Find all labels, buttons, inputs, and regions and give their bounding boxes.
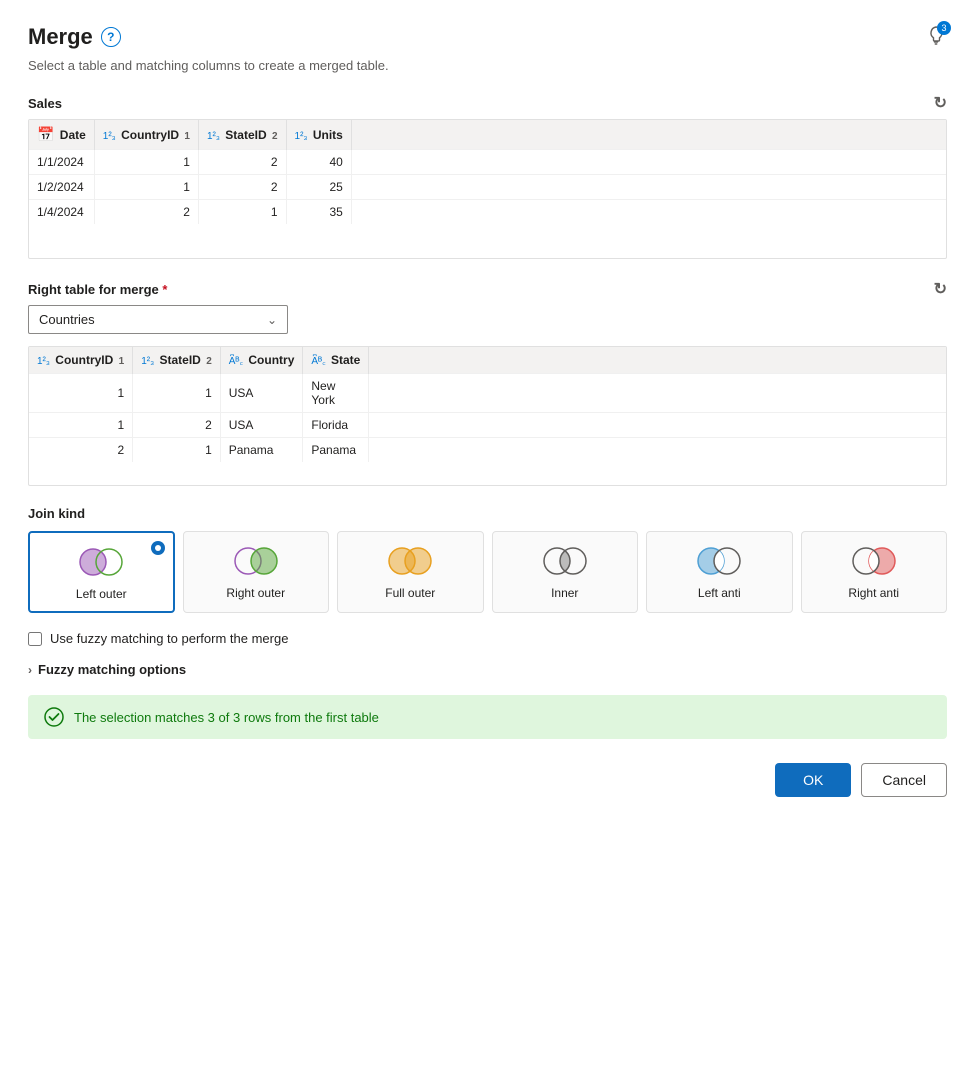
cancel-button[interactable]: Cancel xyxy=(861,763,947,797)
table-row: 1 2 USA Florida xyxy=(29,413,946,438)
fuzzy-checkbox-row: Use fuzzy matching to perform the merge xyxy=(28,631,947,646)
sales-table: 📅 Date 1²₃ CountryID 1 1²₃ StateID 2 1²₃… xyxy=(29,120,946,224)
countries-table: 1²₃ CountryID 1 1²₃ StateID 2 A͆ᴮ꜀ Count… xyxy=(29,347,946,462)
countries-col-countryid[interactable]: 1²₃ CountryID 1 xyxy=(29,347,133,374)
join-right-outer-label: Right outer xyxy=(226,586,285,600)
countries-table-wrapper: 1²₃ CountryID 1 1²₃ StateID 2 A͆ᴮ꜀ Count… xyxy=(28,346,947,486)
countries-col-country[interactable]: A͆ᴮ꜀ Country xyxy=(220,347,303,374)
sales-col-date[interactable]: 📅 Date xyxy=(29,120,94,150)
join-right-outer[interactable]: Right outer xyxy=(183,531,330,613)
join-kind-label: Join kind xyxy=(28,506,947,521)
countries-col-stateid[interactable]: 1²₃ StateID 2 xyxy=(133,347,221,374)
help-icon[interactable]: ? xyxy=(101,27,121,47)
sales-col-stateid[interactable]: 1²₃ StateID 2 xyxy=(198,120,286,150)
table-row: 1/2/2024 1 2 25 xyxy=(29,175,946,200)
fuzzy-checkbox[interactable] xyxy=(28,632,42,646)
table-row: 2 1 Panama Panama xyxy=(29,438,946,463)
chevron-right-icon: › xyxy=(28,663,32,677)
chevron-down-icon: ⌄ xyxy=(267,313,277,327)
dropdown-value: Countries xyxy=(39,312,95,327)
table-row: 1/1/2024 1 2 40 xyxy=(29,150,946,175)
calendar-icon: 📅 xyxy=(37,126,54,142)
success-icon xyxy=(44,707,64,727)
fuzzy-options-section[interactable]: › Fuzzy matching options xyxy=(28,662,947,677)
fuzzy-options-label: Fuzzy matching options xyxy=(38,662,186,677)
bulb-badge: 3 xyxy=(937,21,951,35)
bulb-icon[interactable]: 3 xyxy=(925,25,947,50)
table-row: 1/4/2024 2 1 35 xyxy=(29,200,946,225)
join-right-anti[interactable]: Right anti xyxy=(801,531,948,613)
right-table-label: Right table for merge * xyxy=(28,282,167,297)
countries-col-empty xyxy=(369,347,946,374)
join-full-outer[interactable]: Full outer xyxy=(337,531,484,613)
selected-indicator xyxy=(151,541,165,555)
join-inner[interactable]: Inner xyxy=(492,531,639,613)
venn-right-outer xyxy=(230,544,282,578)
subtitle: Select a table and matching columns to c… xyxy=(28,58,947,73)
required-indicator: * xyxy=(162,282,167,297)
join-left-outer[interactable]: Left outer xyxy=(28,531,175,613)
success-message: The selection matches 3 of 3 rows from t… xyxy=(74,710,379,725)
join-left-outer-label: Left outer xyxy=(76,587,127,601)
sales-col-empty xyxy=(351,120,946,150)
table-row: 1 1 USA New York xyxy=(29,374,946,413)
join-full-outer-label: Full outer xyxy=(385,586,435,600)
success-bar: The selection matches 3 of 3 rows from t… xyxy=(28,695,947,739)
right-table-dropdown[interactable]: Countries ⌄ xyxy=(28,305,288,334)
sales-col-countryid[interactable]: 1²₃ CountryID 1 xyxy=(94,120,198,150)
countries-col-state[interactable]: A͆ᴮ꜀ State xyxy=(303,347,369,374)
ok-button[interactable]: OK xyxy=(775,763,851,797)
join-left-anti[interactable]: Left anti xyxy=(646,531,793,613)
venn-inner xyxy=(539,544,591,578)
sales-label: Sales xyxy=(28,96,62,111)
venn-right-anti xyxy=(848,544,900,578)
page-title: Merge xyxy=(28,24,93,50)
join-options: Left outer Right outer Full outer xyxy=(28,531,947,613)
venn-left-outer xyxy=(75,545,127,579)
venn-left-anti xyxy=(693,544,745,578)
sales-col-units[interactable]: 1²₃ Units xyxy=(286,120,351,150)
fuzzy-checkbox-label[interactable]: Use fuzzy matching to perform the merge xyxy=(50,631,288,646)
refresh-countries-icon[interactable]: ↻ xyxy=(934,279,947,299)
venn-full-outer xyxy=(384,544,436,578)
sales-table-wrapper: 📅 Date 1²₃ CountryID 1 1²₃ StateID 2 1²₃… xyxy=(28,119,947,259)
refresh-sales-icon[interactable]: ↻ xyxy=(934,93,947,113)
join-inner-label: Inner xyxy=(551,586,578,600)
join-right-anti-label: Right anti xyxy=(848,586,899,600)
join-left-anti-label: Left anti xyxy=(698,586,741,600)
button-row: OK Cancel xyxy=(28,763,947,797)
